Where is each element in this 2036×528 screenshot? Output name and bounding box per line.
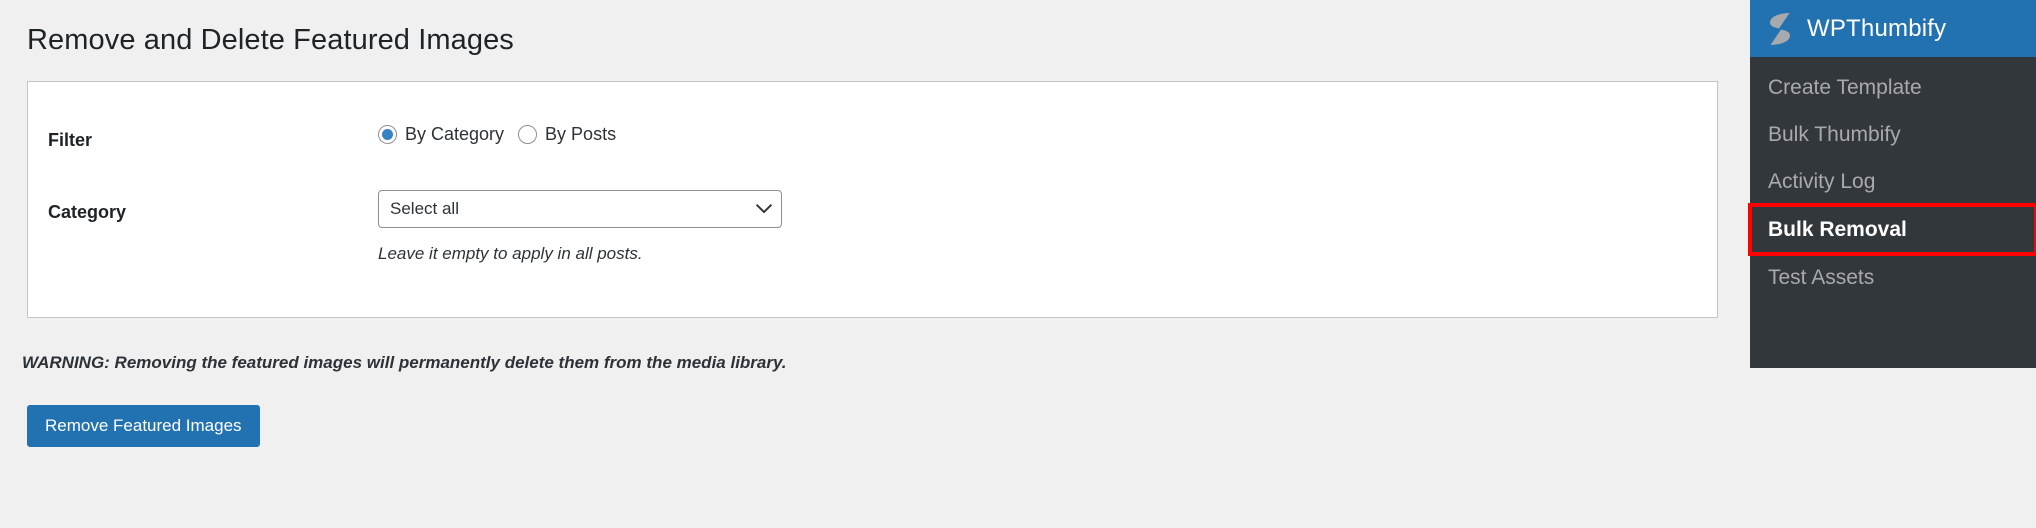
filter-label: Filter xyxy=(48,129,93,150)
warning-text: WARNING: Removing the featured images wi… xyxy=(22,353,787,373)
category-hint: Leave it empty to apply in all posts. xyxy=(378,243,643,263)
wpthumbify-s-logo-icon xyxy=(1767,12,1793,46)
category-select-value: Select all xyxy=(390,199,459,219)
sidebar-menu: Create Template Bulk Thumbify Activity L… xyxy=(1748,57,2036,301)
sidebar-item-activity-log[interactable]: Activity Log xyxy=(1750,158,2036,205)
filter-radio-group: By Category By Posts xyxy=(378,124,1717,145)
sidebar-brand-name: WPThumbify xyxy=(1807,14,1947,42)
remove-featured-images-button[interactable]: Remove Featured Images xyxy=(27,405,260,448)
filter-row: Filter By Category By Posts xyxy=(28,82,1717,154)
category-row: Category Select all Leave it empty to ap… xyxy=(28,154,1717,318)
admin-page: Remove and Delete Featured Images Filter… xyxy=(0,0,1750,528)
category-select[interactable]: Select all xyxy=(378,189,782,228)
radio-button-by-posts[interactable] xyxy=(518,124,538,144)
settings-card: Filter By Category By Posts Category Sel… xyxy=(27,80,1718,319)
radio-option-by-posts[interactable]: By Posts xyxy=(518,124,617,145)
sidebar-item-bulk-removal[interactable]: Bulk Removal xyxy=(1748,203,2036,256)
category-label: Category xyxy=(48,201,127,222)
page-title: Remove and Delete Featured Images xyxy=(27,24,514,56)
radio-button-by-category[interactable] xyxy=(378,124,397,144)
plugin-sidebar: WPThumbify Create Template Bulk Thumbify… xyxy=(1748,0,2036,368)
radio-label-by-posts: By Posts xyxy=(545,124,617,145)
sidebar-item-bulk-thumbify[interactable]: Bulk Thumbify xyxy=(1750,111,2036,158)
sidebar-item-create-template[interactable]: Create Template xyxy=(1750,64,2036,111)
radio-label-by-category: By Category xyxy=(405,124,505,145)
sidebar-item-test-assets[interactable]: Test Assets xyxy=(1750,254,2036,301)
chevron-down-icon xyxy=(756,203,772,214)
category-control: Select all Leave it empty to apply in al… xyxy=(378,189,1717,266)
radio-option-by-category[interactable]: By Category xyxy=(378,124,505,145)
sidebar-header: WPThumbify xyxy=(1750,0,2036,57)
filter-control: By Category By Posts xyxy=(378,124,1717,145)
